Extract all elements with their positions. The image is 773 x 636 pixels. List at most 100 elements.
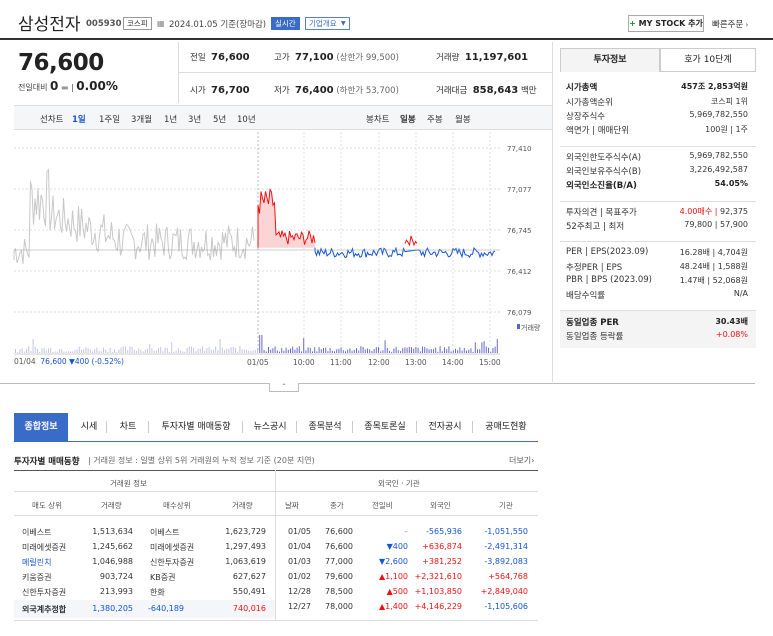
chart-toolbar: 선차트 1일 1주일 3개월 1년 3년 5년 10년 봉차트 일봉 주봉 월봉	[14, 105, 552, 130]
table-cell: 740,016	[232, 604, 266, 613]
table-cell: 매도 상위	[32, 501, 62, 510]
volume-bar	[188, 346, 190, 353]
volume-bar	[452, 350, 454, 353]
volume-bar	[474, 342, 476, 353]
quick-order-button[interactable]: 빠른주문 ›	[712, 18, 748, 30]
invest-info-row: 동일업종 PER 30.43배	[566, 317, 748, 328]
volume-bar	[169, 351, 170, 353]
broker-cell: 한화	[150, 588, 165, 597]
volume-bar	[186, 347, 188, 353]
volume-bar	[327, 351, 329, 353]
candle-month[interactable]: 월봉	[455, 113, 471, 125]
tab-quote[interactable]: 시세	[72, 413, 106, 441]
volume-bar	[479, 349, 481, 353]
table-cell: 12/28	[287, 587, 311, 596]
volume-bar	[455, 348, 456, 353]
volume-bar	[316, 351, 318, 353]
tab-overview[interactable]: 종합정보	[14, 413, 68, 441]
volume-bar	[226, 348, 228, 353]
period-5y[interactable]: 5년	[213, 113, 226, 125]
tab-disclosure[interactable]: 전자공시	[418, 413, 472, 441]
collapse-chevron-icon[interactable]: ⌃	[269, 383, 299, 392]
table-cell: -2,491,314	[484, 542, 528, 551]
volume-bar	[235, 347, 236, 353]
invest-info-row: 시가총액순위 코스피 1위	[566, 97, 748, 108]
table-cell: ▲1,400	[378, 602, 408, 611]
volume-bar	[59, 349, 60, 353]
volume-bar	[426, 348, 428, 353]
volume-bar	[103, 347, 104, 353]
volume-bar	[34, 346, 36, 353]
company-info-button[interactable]: 기업개요 ▼	[305, 17, 350, 30]
volume-bar	[283, 350, 285, 353]
volume-bar	[65, 351, 67, 353]
volume-bar	[457, 350, 459, 353]
volume-bar	[215, 346, 217, 353]
tab-forum[interactable]: 종목토론실	[354, 413, 416, 441]
table-cell: -1,051,550	[484, 527, 528, 536]
candle-chart-label: 봉차트	[366, 115, 390, 125]
volume-bar	[294, 349, 296, 353]
mystock-button[interactable]: + MY STOCK 추가	[628, 15, 704, 32]
table-cell: -565,936	[426, 527, 462, 536]
tab-analysis[interactable]: 종목분석	[298, 413, 352, 441]
broker-cell: 1,513,634	[92, 527, 133, 536]
period-10y[interactable]: 10년	[237, 113, 256, 125]
period-3m[interactable]: 3개월	[131, 113, 152, 125]
period-3y[interactable]: 3년	[188, 113, 201, 125]
tab-short-selling[interactable]: 공매도현황	[474, 413, 538, 441]
tab-invest-info[interactable]: 투자정보	[560, 48, 660, 72]
volume-bar	[217, 350, 219, 353]
broker-cell: 1,063,619	[225, 557, 266, 566]
volume-bar	[83, 349, 85, 353]
invest-info-row: 외국인소진율(B/A) 54.05%	[566, 179, 748, 191]
volume-bar	[422, 346, 423, 353]
more-link[interactable]: 더보기›	[509, 455, 534, 466]
tab-orderbook[interactable]: 호가 10단계	[660, 48, 756, 72]
broker-cell: 미래에셋증권	[22, 543, 67, 552]
volume-bar	[81, 349, 82, 353]
volume-bar	[94, 349, 96, 353]
volume-bar	[490, 351, 492, 353]
volume-bar	[72, 351, 74, 353]
candle-day[interactable]: 일봉	[400, 113, 416, 125]
broker-cell: 1,623,729	[225, 527, 266, 536]
volume-bar	[400, 351, 401, 353]
volume-bar	[45, 350, 47, 353]
volume-bar	[435, 347, 437, 353]
volume-bar	[270, 349, 272, 353]
tab-investor-trend[interactable]: 투자자별 매매동향	[150, 413, 242, 441]
period-1w[interactable]: 1주일	[99, 113, 120, 125]
volume-bar	[17, 351, 19, 353]
volume-bar	[483, 341, 485, 353]
volume-bar	[213, 350, 214, 353]
tab-chart[interactable]: 차트	[108, 413, 148, 441]
table-cell: +1,103,850	[414, 587, 462, 596]
candle-week[interactable]: 주봉	[427, 113, 443, 125]
volume-bar	[259, 335, 261, 353]
volume-bar	[272, 348, 274, 353]
realtime-button[interactable]: 실시간	[271, 17, 300, 30]
period-1d[interactable]: 1일	[72, 113, 86, 125]
volume-bar	[472, 351, 474, 353]
volume-bar	[303, 338, 305, 353]
volume-bar	[111, 351, 113, 353]
invest-info-row: PBR | BPS (2023.09) 1.47배 | 52,068원	[566, 275, 748, 285]
volume-bar	[193, 347, 195, 353]
table-cell: 76,600	[325, 542, 353, 551]
volume-bar	[41, 348, 43, 353]
invest-info-row: PER | EPS(2023.09) 16.28배 | 4,704원	[566, 247, 748, 257]
period-1y[interactable]: 1년	[164, 113, 177, 125]
table-cell: 76,600	[325, 527, 353, 536]
x-tick-label: 11:00	[330, 358, 352, 367]
table-cell: 79,600	[325, 572, 353, 581]
volume-bar	[492, 347, 494, 353]
volume-bar	[358, 350, 360, 353]
volume-bar	[367, 348, 368, 353]
tab-news[interactable]: 뉴스공시	[244, 413, 296, 441]
volume-bar	[378, 347, 379, 353]
volume-bar	[356, 348, 357, 353]
volume-bar	[248, 350, 250, 353]
volume-bar	[413, 348, 415, 353]
volume-bar	[153, 350, 155, 353]
